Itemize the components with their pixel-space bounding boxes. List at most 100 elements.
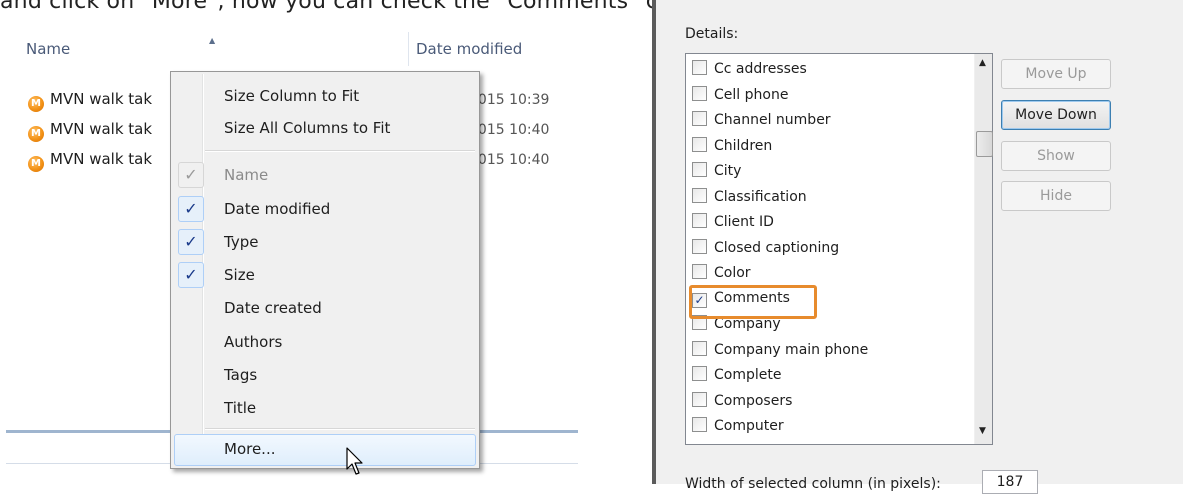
checkbox[interactable] [692, 162, 707, 177]
scroll-up-arrow-icon[interactable]: ▲ [979, 58, 986, 68]
column-context-menu: Size Column to Fit Size All Columns to F… [170, 71, 480, 469]
list-item-label: Closed captioning [714, 240, 840, 256]
check-icon: ✓ [178, 162, 204, 188]
list-item-label: Computer [714, 418, 784, 434]
file-date: 2015 10:40 [469, 122, 550, 138]
list-item-label: City [714, 163, 742, 179]
menu-separator [205, 428, 475, 430]
list-item-label: Cc addresses [714, 61, 807, 77]
menu-item-label: Size Column to Fit [224, 87, 360, 105]
menu-item-label: Date created [224, 299, 322, 317]
listbox-scrollbar[interactable]: ▲ ▼ [974, 54, 993, 444]
checkbox[interactable] [692, 213, 707, 228]
menu-item-date-modified[interactable]: ✓ Date modified [174, 194, 474, 224]
list-item-label: Classification [714, 189, 807, 205]
column-header-divider[interactable] [408, 32, 409, 66]
sort-ascending-icon: ▲ [209, 36, 216, 45]
menu-item-label: Size [224, 266, 255, 284]
column-header-name[interactable]: Name [26, 40, 70, 58]
checkbox[interactable] [692, 417, 707, 432]
list-item-label: Channel number [714, 112, 831, 128]
menu-item-tags[interactable]: Tags [174, 360, 474, 390]
scrollbar-thumb[interactable] [976, 131, 993, 157]
file-row[interactable]: M MVN walk tak [28, 120, 152, 144]
column-width-input[interactable]: 187 [982, 470, 1038, 494]
menu-item-date-created[interactable]: Date created [174, 293, 474, 323]
check-icon: ✓ [178, 229, 204, 255]
menu-item-more[interactable]: More... [174, 434, 476, 466]
choose-details-dialog: Details: Cc addresses Cell phone Channel… [652, 0, 1183, 494]
checkbox[interactable] [692, 264, 707, 279]
check-icon: ✓ [178, 262, 204, 288]
list-item-cell-phone[interactable]: Cell phone [692, 86, 788, 110]
checkbox[interactable] [692, 392, 707, 407]
mouse-pointer-icon [346, 447, 363, 475]
menu-item-label: Name [224, 166, 269, 184]
menu-item-size-column-to-fit[interactable]: Size Column to Fit [174, 81, 474, 111]
list-item-children[interactable]: Children [692, 137, 772, 161]
list-item-label: Complete [714, 367, 782, 383]
file-row[interactable]: M MVN walk tak [28, 90, 152, 114]
list-item-label: Cell phone [714, 87, 789, 103]
caption-text: and click on "More", now you can check t… [0, 0, 736, 14]
mvn-file-icon: M [28, 156, 44, 172]
move-down-button[interactable]: Move Down [1001, 100, 1111, 130]
checkbox[interactable] [692, 341, 707, 356]
list-item-client-id[interactable]: Client ID [692, 213, 774, 237]
file-row[interactable]: M MVN walk tak [28, 150, 152, 174]
file-name: MVN walk tak [50, 120, 153, 138]
list-item-label: Company main phone [714, 342, 869, 358]
list-item-label: Color [714, 265, 751, 281]
list-item-complete[interactable]: Complete [692, 366, 781, 390]
menu-item-label: Authors [224, 333, 283, 351]
column-header-date-modified[interactable]: Date modified [416, 40, 522, 58]
check-icon: ✓ [178, 196, 204, 222]
file-date: 2015 10:39 [469, 92, 550, 108]
checkbox[interactable] [692, 137, 707, 152]
menu-item-label: More... [224, 440, 276, 458]
list-item-city[interactable]: City [692, 162, 741, 186]
checkbox[interactable] [692, 239, 707, 254]
details-label: Details: [685, 26, 739, 42]
show-button[interactable]: Show [1001, 141, 1111, 171]
menu-item-name: ✓ Name [174, 160, 474, 190]
checkbox[interactable] [692, 366, 707, 381]
file-name: MVN walk tak [50, 90, 153, 108]
menu-item-label: Tags [224, 366, 258, 384]
menu-item-authors[interactable]: Authors [174, 327, 474, 357]
hide-button[interactable]: Hide [1001, 181, 1111, 211]
list-item-company-main-phone[interactable]: Company main phone [692, 341, 868, 365]
menu-item-size-all-columns-to-fit[interactable]: Size All Columns to Fit [174, 113, 474, 143]
scroll-down-arrow-icon[interactable]: ▼ [979, 426, 986, 436]
comments-highlight-box [689, 285, 817, 319]
menu-item-size[interactable]: ✓ Size [174, 260, 474, 290]
list-item-channel-number[interactable]: Channel number [692, 111, 831, 135]
mvn-file-icon: M [28, 126, 44, 142]
list-item-label: Client ID [714, 214, 774, 230]
list-item-closed-captioning[interactable]: Closed captioning [692, 239, 839, 263]
explorer-file-list: Name ▲ Date modified M MVN walk tak M MVN … [6, 22, 578, 475]
list-item-composers[interactable]: Composers [692, 392, 792, 416]
details-listbox[interactable]: Cc addresses Cell phone Channel number C… [685, 53, 993, 445]
list-item-cc-addresses[interactable]: Cc addresses [692, 60, 807, 84]
file-date: 2015 10:40 [469, 152, 550, 168]
list-item-computer[interactable]: Computer [692, 417, 784, 441]
menu-item-label: Date modified [224, 200, 331, 218]
column-width-label: Width of selected column (in pixels): [685, 476, 941, 492]
list-item-label: Composers [714, 393, 793, 409]
list-item-label: Children [714, 138, 773, 154]
menu-item-label: Title [224, 399, 257, 417]
move-up-button[interactable]: Move Up [1001, 59, 1111, 89]
checkbox[interactable] [692, 188, 707, 203]
menu-item-title[interactable]: Title [174, 393, 474, 423]
menu-item-label: Size All Columns to Fit [224, 119, 391, 137]
checkbox[interactable] [692, 111, 707, 126]
file-name: MVN walk tak [50, 150, 153, 168]
menu-item-type[interactable]: ✓ Type [174, 227, 474, 257]
menu-item-label: Type [224, 233, 259, 251]
mvn-file-icon: M [28, 96, 44, 112]
list-item-classification[interactable]: Classification [692, 188, 807, 212]
menu-separator [205, 150, 475, 152]
checkbox[interactable] [692, 60, 707, 75]
checkbox[interactable] [692, 86, 707, 101]
